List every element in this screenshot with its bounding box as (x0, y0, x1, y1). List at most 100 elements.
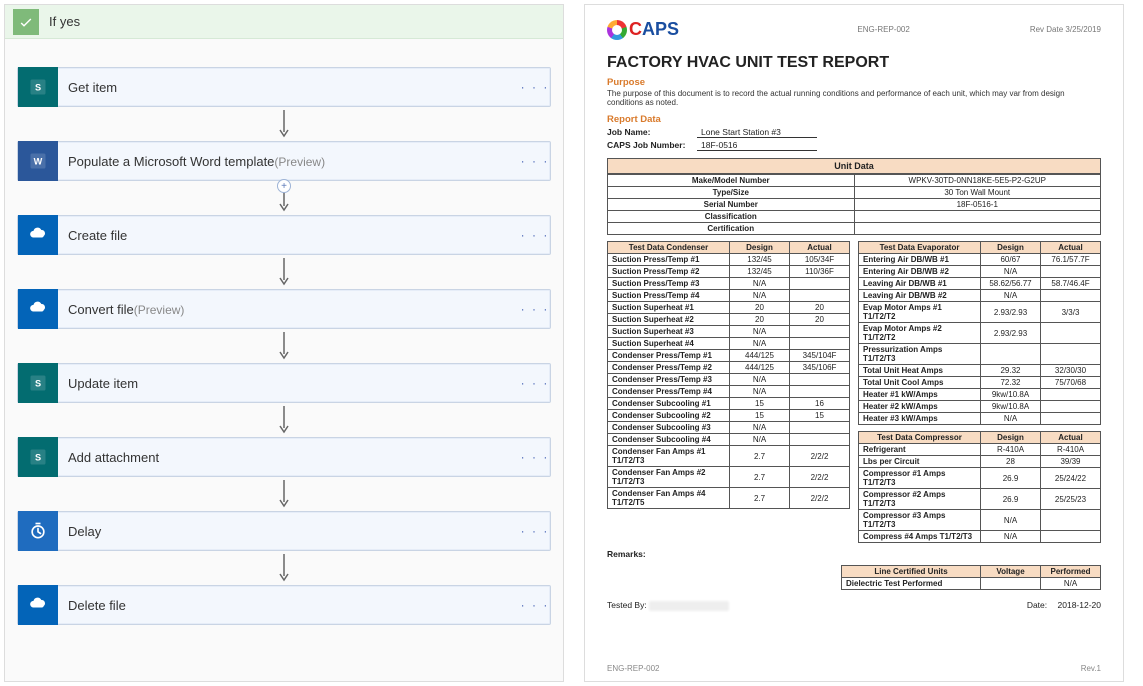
table-row: Suction Superheat #3N/A (608, 326, 850, 338)
step-menu-button[interactable]: · · · (520, 376, 550, 390)
step-icon (18, 289, 58, 329)
table-row: Serial Number18F-0516-1 (608, 199, 1101, 211)
step-label: Populate a Microsoft Word template(Previ… (58, 154, 520, 169)
footer-right: Rev.1 (1081, 664, 1101, 673)
table-row: Suction Press/Temp #1132/45105/34F (608, 254, 850, 266)
flow-arrow[interactable] (17, 255, 551, 289)
remarks-label: Remarks: (607, 549, 646, 559)
step-label: Update item (58, 376, 520, 391)
step-label: Delay (58, 524, 520, 539)
table-row: Heater #1 kW/Amps9kw/10.8A (859, 389, 1101, 401)
flow-steps-container: SGet item· · · W Populate a Microsoft Word… (5, 67, 563, 625)
table-row: Entering Air DB/WB #2N/A (859, 266, 1101, 278)
flow-step[interactable]: Create file· · · (17, 215, 551, 255)
flow-arrow[interactable]: + (17, 181, 551, 215)
logo: CAPS (607, 19, 679, 40)
step-icon: S (18, 437, 58, 477)
table-row: Condenser Subcooling #4N/A (608, 434, 850, 446)
test-data-columns: Test Data CondenserDesignActualSuction P… (607, 241, 1101, 543)
right-column: Test Data EvaporatorDesignActualEntering… (858, 241, 1101, 543)
unit-data-section: Unit Data Make/Model NumberWPKV-30TD-0NN… (607, 158, 1101, 235)
table-row: RefrigerantR-410AR-410A (859, 444, 1101, 456)
line-cert-table: Line Certified UnitsVoltagePerformedDiel… (841, 565, 1101, 590)
logo-text: CAPS (629, 19, 679, 40)
doc-footer: ENG-REP-002 Rev.1 (607, 658, 1101, 673)
job-name-row: Job Name: Lone Start Station #3 (607, 127, 1101, 138)
table-row: Compressor #3 Amps T1/T2/T3N/A (859, 510, 1101, 531)
tested-by-value-redacted (649, 601, 729, 611)
table-row: Heater #2 kW/Amps9kw/10.8A (859, 401, 1101, 413)
table-row: Evap Motor Amps #2 T1/T2/T22.93/2.93 (859, 323, 1101, 344)
job-name-label: Job Name: (607, 127, 697, 138)
step-icon: W (18, 141, 58, 181)
report-data-heading: Report Data (607, 114, 1101, 125)
step-menu-button[interactable]: · · · (520, 302, 550, 316)
table-row: Condenser Fan Amps #1 T1/T2/T32.72/2/2 (608, 446, 850, 467)
check-icon (13, 9, 39, 35)
compressor-table: Test Data CompressorDesignActualRefriger… (858, 431, 1101, 543)
table-row: Dielectric Test PerformedN/A (842, 578, 1101, 590)
table-row: Certification (608, 223, 1101, 235)
table-row: Leaving Air DB/WB #158.62/56.7758.7/46.4… (859, 278, 1101, 290)
flow-step[interactable]: Convert file(Preview)· · · (17, 289, 551, 329)
date-value: 2018-12-20 (1058, 600, 1101, 610)
table-row: Condenser Press/Temp #4N/A (608, 386, 850, 398)
table-row: Suction Press/Temp #2132/45110/36F (608, 266, 850, 278)
flow-arrow[interactable] (17, 551, 551, 585)
table-row: Type/Size30 Ton Wall Mount (608, 187, 1101, 199)
flow-step[interactable]: S Add attachment· · · (17, 437, 551, 477)
table-row: Condenser Press/Temp #1444/125345/104F (608, 350, 850, 362)
table-row: Condenser Press/Temp #3N/A (608, 374, 850, 386)
remarks-row: Remarks: (607, 549, 1101, 559)
gear-icon (607, 20, 627, 40)
table-row: Condenser Fan Amps #2 T1/T2/T32.72/2/2 (608, 467, 850, 488)
table-row: Leaving Air DB/WB #2N/A (859, 290, 1101, 302)
footer-left: ENG-REP-002 (607, 664, 659, 673)
flow-step[interactable]: W Populate a Microsoft Word template(Prev… (17, 141, 551, 181)
step-menu-button[interactable]: · · · (520, 154, 550, 168)
table-row: Condenser Press/Temp #2444/125345/106F (608, 362, 850, 374)
table-row: Condenser Subcooling #21515 (608, 410, 850, 422)
caps-job-row: CAPS Job Number: 18F-0516 (607, 140, 1101, 151)
flow-arrow[interactable] (17, 403, 551, 437)
step-menu-button[interactable]: · · · (520, 524, 550, 538)
table-row: Suction Superheat #22020 (608, 314, 850, 326)
flow-step[interactable]: SGet item· · · (17, 67, 551, 107)
add-step-icon[interactable]: + (277, 179, 291, 193)
flow-arrow[interactable] (17, 329, 551, 363)
doc-id: ENG-REP-002 (857, 25, 909, 34)
step-menu-button[interactable]: · · · (520, 80, 550, 94)
table-row: Evap Motor Amps #1 T1/T2/T22.93/2.933/3/… (859, 302, 1101, 323)
step-menu-button[interactable]: · · · (520, 228, 550, 242)
flow-arrow[interactable] (17, 107, 551, 141)
condition-bar[interactable]: If yes (5, 5, 563, 39)
flow-arrow[interactable] (17, 477, 551, 511)
tested-row: Tested By: Date: 2018-12-20 (607, 600, 1101, 611)
purpose-heading: Purpose (607, 77, 1101, 88)
step-label: Add attachment (58, 450, 520, 465)
step-icon (18, 511, 58, 551)
purpose-text: The purpose of this document is to recor… (607, 89, 1101, 107)
step-menu-button[interactable]: · · · (520, 450, 550, 464)
table-row: Suction Superheat #12020 (608, 302, 850, 314)
evaporator-table: Test Data EvaporatorDesignActualEntering… (858, 241, 1101, 425)
svg-text:W: W (34, 156, 43, 166)
svg-text:S: S (35, 452, 41, 462)
table-row: Heater #3 kW/AmpsN/A (859, 413, 1101, 425)
svg-text:S: S (35, 378, 41, 388)
table-row: Condenser Fan Amps #4 T1/T2/T52.72/2/2 (608, 488, 850, 509)
flow-step[interactable]: S Update item· · · (17, 363, 551, 403)
table-row: Lbs per Circuit2839/39 (859, 456, 1101, 468)
step-menu-button[interactable]: · · · (520, 598, 550, 612)
flow-step[interactable]: Delete file· · · (17, 585, 551, 625)
table-row: Classification (608, 211, 1101, 223)
step-icon: S (18, 363, 58, 403)
flow-step[interactable]: Delay· · · (17, 511, 551, 551)
table-row: Pressurization Amps T1/T2/T3 (859, 344, 1101, 365)
table-row: Compressor #1 Amps T1/T2/T326.925/24/22 (859, 468, 1101, 489)
doc-title: FACTORY HVAC UNIT TEST REPORT (607, 54, 1101, 72)
unit-data-table: Make/Model NumberWPKV-30TD-0NN18KE-5E5-P… (607, 174, 1101, 235)
step-label: Create file (58, 228, 520, 243)
table-row: Make/Model NumberWPKV-30TD-0NN18KE-5E5-P… (608, 175, 1101, 187)
svg-text:S: S (35, 82, 41, 92)
